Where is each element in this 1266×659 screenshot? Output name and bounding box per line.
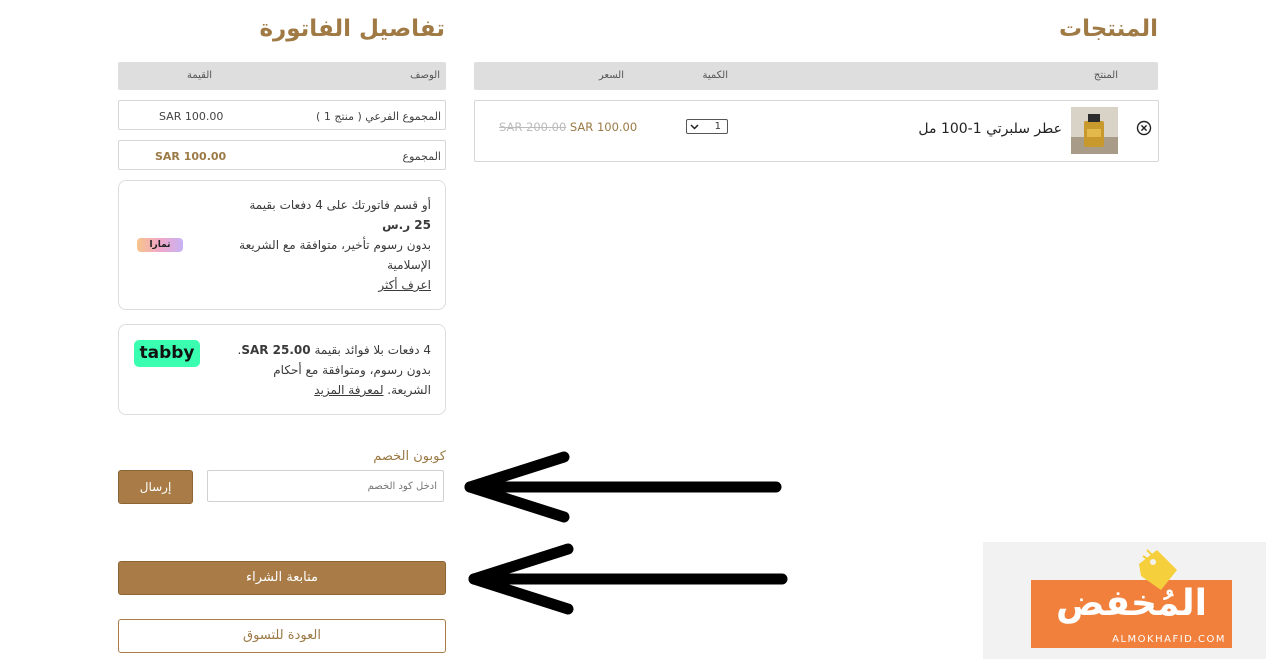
tamara-learn-more-link[interactable]: اعرف أكثر [191, 275, 431, 295]
subtotal-value: SAR 100.00 [159, 110, 224, 123]
checkout-button[interactable]: متابعة الشراء [118, 561, 446, 595]
tamara-line-1: أو قسم فاتورتك على 4 دفعات بقيمة [249, 198, 431, 212]
arrow-left-icon [464, 451, 782, 523]
chevron-down-icon [690, 124, 699, 130]
back-to-shopping-button[interactable]: العودة للتسوق [118, 619, 446, 653]
invoice-title: تفاصيل الفاتورة [259, 16, 445, 42]
invoice-table-header: الوصف القيمة [118, 62, 446, 90]
tabby-learn-more-link[interactable]: لمعرفة المزيد [314, 383, 383, 397]
tabby-card: 4 دفعات بلا فوائد بقيمة SAR 25.00. بدون … [118, 324, 446, 415]
column-description: الوصف [410, 70, 440, 81]
tabby-line-1-prefix: 4 دفعات بلا فوائد بقيمة [310, 343, 431, 357]
tabby-amount: SAR 25.00 [241, 343, 311, 357]
tamara-amount: 25 ر.س [382, 218, 431, 232]
product-image[interactable] [1071, 107, 1118, 154]
coupon-label: كوبون الخصم [373, 449, 446, 464]
products-table-header: المنتج الكمية السعر [474, 62, 1158, 90]
arrow-left-icon [468, 543, 788, 615]
quantity-select[interactable]: 1 [686, 119, 728, 134]
tamara-line-3: بدون رسوم تأخير، متوافقة مع الشريعة [239, 238, 431, 252]
subtotal-label: المجموع الفرعي ( منتج 1 ) [316, 110, 441, 123]
tabby-text: 4 دفعات بلا فوائد بقيمة SAR 25.00. بدون … [201, 340, 432, 400]
column-quantity: الكمية [702, 70, 728, 81]
quantity-value: 1 [714, 121, 721, 132]
product-name[interactable]: عطر سلبرتي 1-100 مل [918, 121, 1062, 137]
tabby-line-3-prefix: الشريعة. [383, 383, 431, 397]
watermark-panel: المُخفض ALMOKHAFID.COM [983, 542, 1266, 659]
tamara-text: أو قسم فاتورتك على 4 دفعات بقيمة 25 ر.س … [191, 195, 431, 295]
tabby-line-1: 4 دفعات بلا فوائد بقيمة SAR 25.00. [201, 340, 432, 360]
current-price: SAR 100.00 [569, 120, 638, 134]
price-cell: SAR 200.00 SAR 100.00 [499, 120, 637, 134]
tamara-card: أو قسم فاتورتك على 4 دفعات بقيمة 25 ر.س … [118, 180, 446, 310]
subtotal-row: المجموع الفرعي ( منتج 1 ) SAR 100.00 [118, 100, 446, 130]
price-tag-icon [1139, 549, 1177, 590]
column-price: السعر [598, 70, 624, 81]
remove-item-icon[interactable] [1136, 120, 1152, 136]
old-price: SAR 200.00 [499, 120, 567, 134]
total-label: المجموع [402, 150, 441, 163]
column-product: المنتج [1093, 70, 1118, 81]
coupon-input[interactable] [207, 470, 444, 502]
tamara-logo: تمارا [137, 238, 183, 252]
tabby-logo: tabby [134, 340, 200, 367]
tabby-line-3: الشريعة. لمعرفة المزيد [201, 380, 431, 400]
column-value: القيمة [187, 70, 213, 81]
product-row: عطر سلبرتي 1-100 مل 1 SAR 200.00 SAR 100… [474, 100, 1159, 162]
total-row: المجموع SAR 100.00 [118, 140, 446, 170]
products-title: المنتجات [1058, 16, 1158, 42]
total-value: SAR 100.00 [155, 150, 227, 163]
coupon-submit-button[interactable]: إرسال [118, 470, 193, 504]
tabby-line-2: بدون رسوم، ومتوافقة مع أحكام [273, 363, 431, 377]
tamara-line-4: الإسلامية [387, 258, 431, 272]
watermark-site: ALMOKHAFID.COM [1112, 634, 1226, 645]
